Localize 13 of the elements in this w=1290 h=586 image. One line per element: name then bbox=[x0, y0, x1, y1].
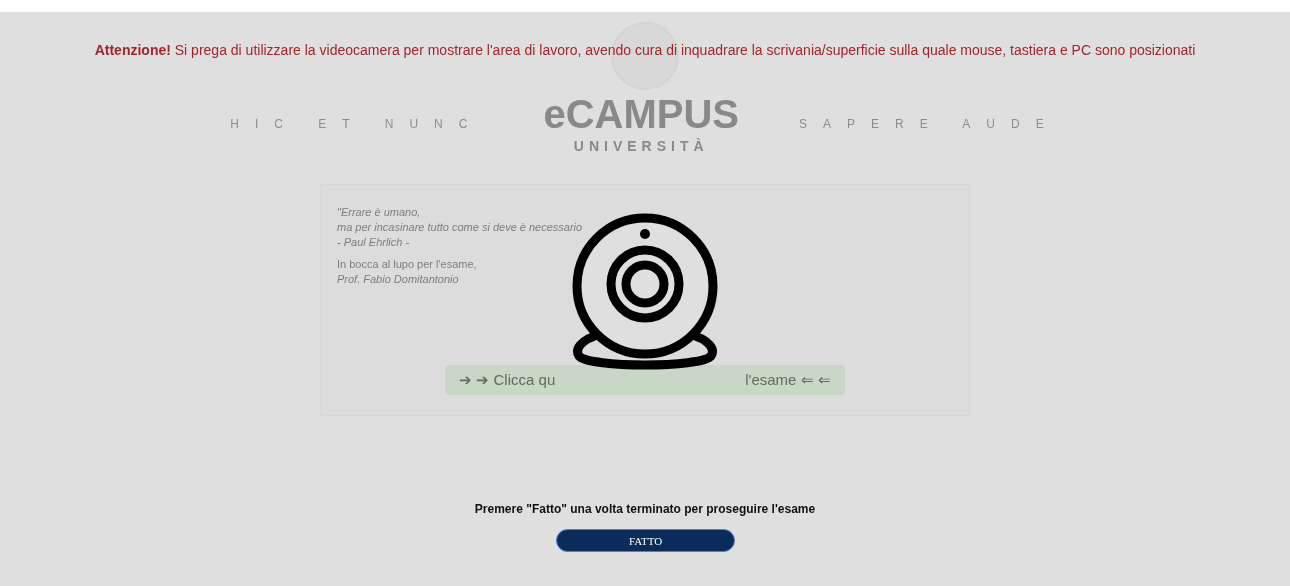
signature-line: Prof. Fabio Domitantonio bbox=[337, 272, 460, 287]
start-exam-button[interactable]: ➔ ➔ Clicca qu l'esame ⇐ ⇐ bbox=[445, 365, 845, 395]
logo-text: eCAMPUS bbox=[543, 94, 739, 134]
quote-line: ma per incasinare tutto come si deve è necessario bbox=[337, 220, 584, 235]
motto-text: HIC ET NUNC bbox=[230, 117, 484, 131]
signature-line: In bocca al lupo per l'esame, bbox=[337, 257, 478, 272]
warning-message: Attenzione! Si prega di utilizzare la videocamera per mostrare l'area di lavoro, avendo cura di inquadrare la scrivania/superficie sulla quale mouse, tastiera e PC sono posizionati bbox=[93, 42, 1197, 58]
instruction-text: Premere "Fatto" una volta terminato per proseguire l'esame bbox=[473, 502, 817, 516]
logo-subtext: UNIVERSITÀ bbox=[573, 138, 709, 154]
motto-text: SAPERE AUDE bbox=[799, 117, 1060, 131]
quote-line: - Paul Ehrlich - bbox=[337, 235, 411, 250]
quote-line: "Errare è umano, bbox=[337, 205, 422, 220]
done-button[interactable]: FATTO bbox=[556, 529, 735, 552]
